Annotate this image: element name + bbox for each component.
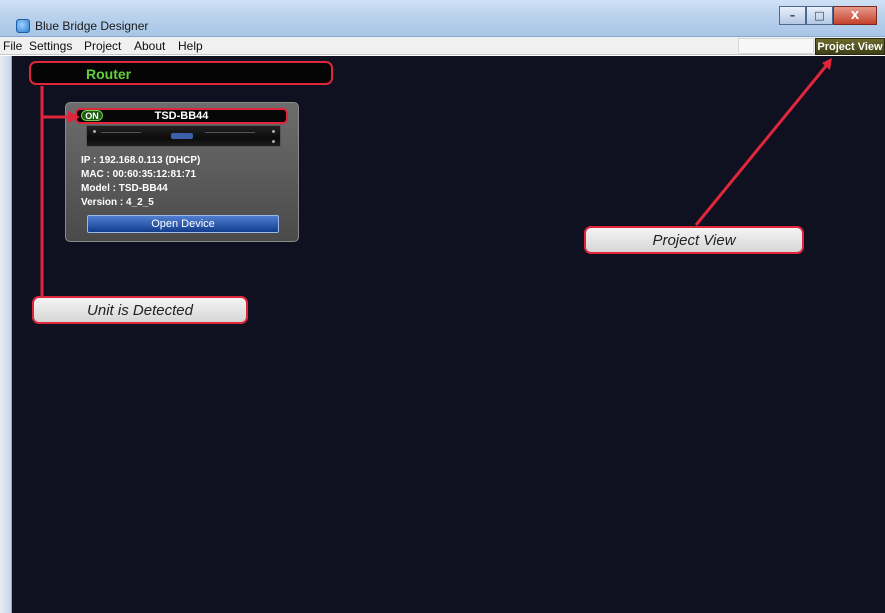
device-card[interactable]: ON TSD-BB44 IP : 192.168.0.113 (DHCP) MA… [65, 102, 299, 242]
device-image-detail [93, 130, 96, 133]
maximize-button[interactable]: □ [806, 6, 833, 25]
device-image-detail [272, 140, 275, 143]
callout-project-view: Project View [584, 226, 804, 254]
app-icon [16, 19, 30, 33]
menu-project[interactable]: Project [84, 39, 121, 53]
device-ip: IP : 192.168.0.113 (DHCP) [81, 155, 201, 166]
device-name: TSD-BB44 [154, 110, 209, 122]
other-view-button[interactable] [738, 38, 814, 54]
title-bar: Blue Bridge Designer – □ X [0, 0, 885, 37]
close-button[interactable]: X [833, 6, 877, 25]
device-image-detail [272, 130, 275, 133]
minimize-icon: – [789, 9, 796, 22]
minimize-button[interactable]: – [779, 6, 806, 25]
device-header: ON TSD-BB44 [75, 108, 288, 124]
device-image-detail [101, 132, 141, 133]
menu-help[interactable]: Help [178, 39, 203, 53]
device-image [86, 125, 281, 147]
menu-about[interactable]: About [134, 39, 165, 53]
window-left-border [0, 56, 12, 613]
project-view-button[interactable]: Project View [815, 38, 885, 55]
close-icon: X [850, 9, 860, 22]
callout-unit-detected: Unit is Detected [32, 296, 248, 324]
device-logo-icon [171, 133, 193, 139]
menu-settings[interactable]: Settings [29, 39, 72, 53]
window-controls: – □ X [779, 6, 877, 25]
window-title: Blue Bridge Designer [35, 19, 149, 33]
router-label: Router [86, 66, 132, 82]
open-device-button[interactable]: Open Device [87, 215, 279, 233]
menu-file[interactable]: File [3, 39, 22, 53]
device-mac: MAC : 00:60:35:12:81:71 [81, 169, 197, 180]
device-version: Version : 4_2_5 [81, 197, 154, 208]
device-image-detail [205, 132, 255, 133]
router-bar[interactable]: Router [29, 61, 333, 85]
device-model: Model : TSD-BB44 [81, 183, 168, 194]
maximize-icon: □ [814, 9, 825, 22]
